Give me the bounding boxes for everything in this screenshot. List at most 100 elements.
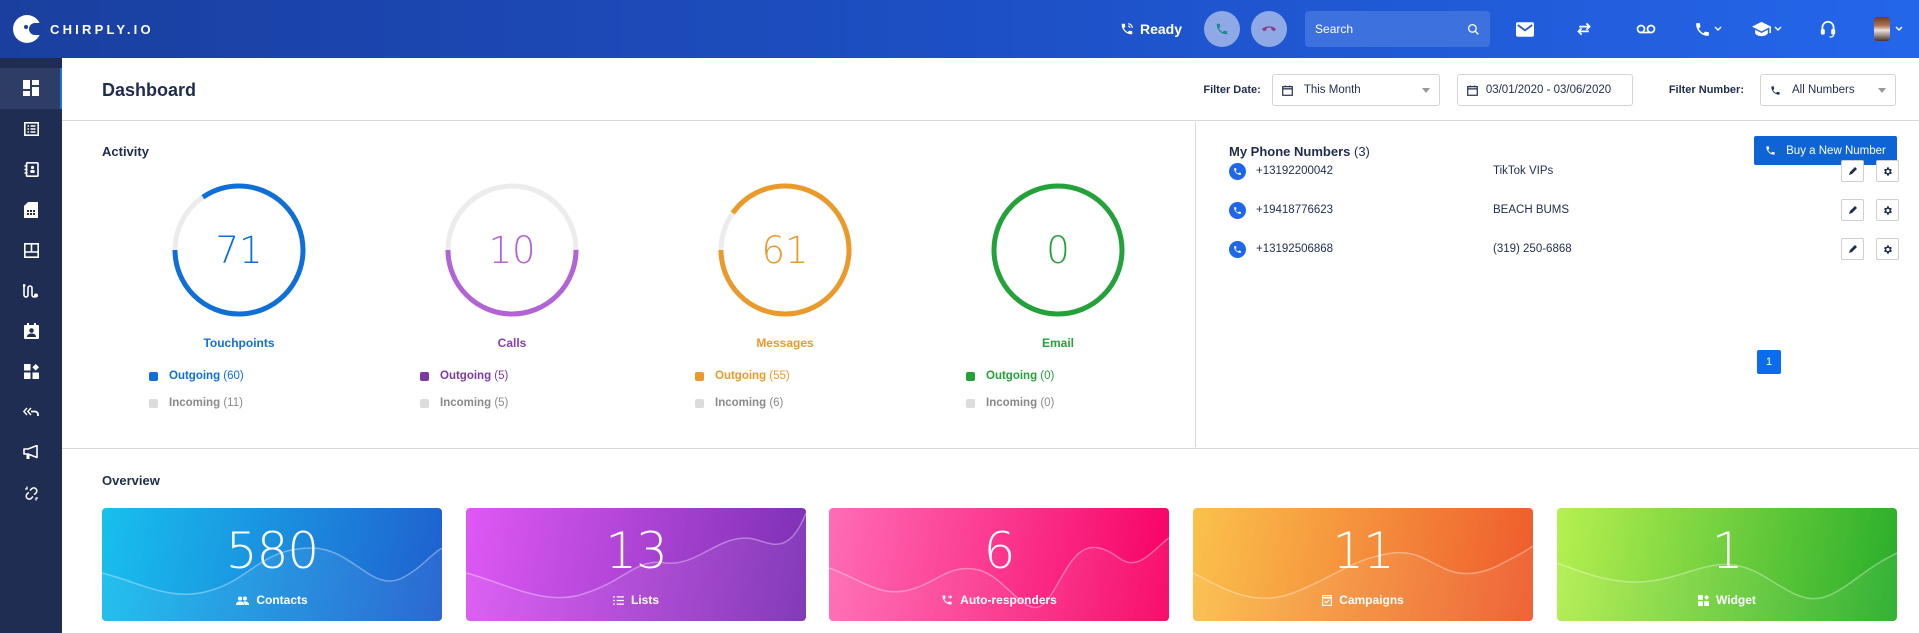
sidebar-item-campaigns[interactable] — [0, 433, 62, 474]
filter-date-value: This Month — [1303, 84, 1361, 96]
legend-outgoing: Outgoing (60) — [149, 369, 244, 383]
campaigns-card[interactable]: 11 Campaigns — [1193, 508, 1533, 621]
widget-card[interactable]: 1 Widget — [1557, 508, 1897, 621]
phone-numbers-title: My Phone Numbers (3) — [1229, 144, 1370, 159]
legend-incoming: Incoming (0) — [966, 396, 1054, 410]
sidebar-item-users[interactable] — [0, 311, 62, 352]
graduation-cap-icon — [1752, 21, 1772, 37]
messages-button[interactable] — [1516, 21, 1535, 37]
chevron-down-icon — [1774, 26, 1782, 31]
calendar-check-icon — [1322, 595, 1333, 606]
activity-title: Activity — [102, 144, 149, 159]
edit-button[interactable] — [1841, 160, 1864, 182]
users-icon — [236, 595, 250, 605]
legend-count: (5) — [494, 397, 509, 409]
logo[interactable]: CHIRPLY.IO — [13, 15, 154, 43]
sidebar-item-integrations[interactable] — [0, 473, 62, 514]
mail-icon — [1516, 21, 1535, 37]
pagination-page-1[interactable]: 1 — [1757, 350, 1781, 374]
auto-responders-card[interactable]: 6 Auto-responders — [829, 508, 1169, 621]
sidebar-item-contacts[interactable] — [0, 149, 62, 190]
touchpoints-ring: 71 — [171, 182, 307, 318]
card-label-text: Auto-responders — [960, 593, 1057, 607]
legend-incoming: Incoming (11) — [149, 396, 244, 410]
contacts-card[interactable]: 580 Contacts — [102, 508, 442, 621]
sidebar — [0, 58, 62, 633]
legend-swatch — [695, 371, 704, 381]
legend-swatch — [420, 371, 429, 381]
sidebar-item-layouts[interactable] — [0, 230, 62, 271]
search-input[interactable] — [1315, 22, 1446, 36]
email-total: 0 — [1046, 228, 1070, 272]
phone-row: +19418776623 BEACH BUMS — [1229, 197, 1899, 223]
chevron-down-icon — [1895, 26, 1903, 31]
sidebar-item-lists[interactable] — [0, 109, 62, 150]
phone-name: TikTok VIPs — [1493, 165, 1554, 177]
filter-date-select[interactable]: This Month — [1271, 74, 1440, 106]
touchpoints-legend: Outgoing (60) Incoming (11) — [149, 369, 244, 423]
search-icon[interactable] — [1467, 23, 1480, 36]
answer-call-button[interactable] — [1204, 11, 1241, 47]
transfer-button[interactable] — [1576, 22, 1592, 36]
touchpoints-label: Touchpoints — [203, 336, 275, 350]
email-ring: 0 — [990, 182, 1126, 318]
legend-label: Outgoing — [986, 370, 1038, 382]
brand-name: CHIRPLY.IO — [50, 21, 154, 37]
phone-number: +13192506868 — [1256, 243, 1334, 255]
unlink-icon — [24, 486, 38, 501]
legend-outgoing: Outgoing (0) — [966, 369, 1054, 383]
legend-outgoing: Outgoing (55) — [695, 369, 790, 383]
card-label: Lists — [466, 593, 806, 607]
legend-count: (11) — [223, 397, 243, 409]
user-avatar — [1874, 17, 1891, 41]
edit-button[interactable] — [1841, 238, 1864, 260]
legend-count: (0) — [1040, 370, 1055, 382]
pencil-icon — [1848, 206, 1857, 214]
lists-card[interactable]: 13 Lists — [466, 508, 806, 621]
legend-swatch — [695, 398, 704, 408]
sidebar-item-dashboard[interactable] — [0, 68, 62, 109]
agent-status[interactable]: Ready — [1120, 21, 1182, 37]
sidebar-item-flows[interactable] — [0, 271, 62, 312]
metric-calls: 10 Calls — [412, 182, 612, 350]
support-button[interactable] — [1820, 20, 1836, 38]
training-menu-button[interactable] — [1752, 21, 1782, 37]
phone-row: +13192506868 (319) 250-6868 — [1229, 236, 1899, 262]
sidebar-item-auto-responders[interactable] — [0, 392, 62, 433]
settings-button[interactable] — [1876, 199, 1899, 221]
hangup-call-button[interactable] — [1251, 11, 1288, 47]
sidebar-item-widgets[interactable] — [0, 352, 62, 393]
legend-count: (55) — [769, 370, 790, 382]
contact-card-icon — [23, 323, 39, 340]
legend-count: (6) — [769, 397, 784, 409]
overview-panel: Overview 580 Contacts 13 Lists 6 Auto-re… — [62, 448, 1919, 633]
email-legend: Outgoing (0) Incoming (0) — [966, 369, 1054, 423]
sidebar-item-numbers[interactable] — [0, 190, 62, 231]
settings-button[interactable] — [1876, 238, 1899, 260]
phone-menu-button[interactable] — [1694, 21, 1722, 38]
legend-label: Incoming — [986, 397, 1038, 409]
search-field[interactable] — [1305, 11, 1491, 47]
legend-swatch — [420, 398, 429, 408]
filter-date-label: Filter Date: — [1203, 84, 1261, 96]
list-icon — [23, 121, 39, 136]
messages-total: 61 — [761, 228, 809, 272]
card-label-text: Lists — [630, 593, 659, 607]
widgets-icon — [23, 364, 39, 380]
settings-button[interactable] — [1876, 160, 1899, 182]
headset-icon — [1820, 21, 1836, 38]
date-range-picker[interactable]: 03/01/2020 - 03/06/2020 — [1456, 74, 1633, 106]
phone-numbers-count: (3) — [1353, 144, 1370, 159]
buy-new-number-label: Buy a New Number — [1786, 144, 1886, 157]
voicemail-button[interactable] — [1636, 23, 1656, 35]
edit-button[interactable] — [1841, 199, 1864, 221]
phone-number: +19418776623 — [1256, 204, 1334, 216]
sim-card-icon — [24, 201, 38, 218]
filter-number-select[interactable]: All Numbers — [1760, 74, 1896, 106]
gear-icon — [1884, 166, 1892, 176]
widget-count: 1 — [1711, 522, 1744, 580]
date-range-value: 03/01/2020 - 03/06/2020 — [1485, 84, 1612, 96]
phone-name: (319) 250-6868 — [1493, 243, 1572, 255]
user-menu[interactable] — [1874, 17, 1903, 41]
contacts-count: 580 — [225, 522, 319, 580]
